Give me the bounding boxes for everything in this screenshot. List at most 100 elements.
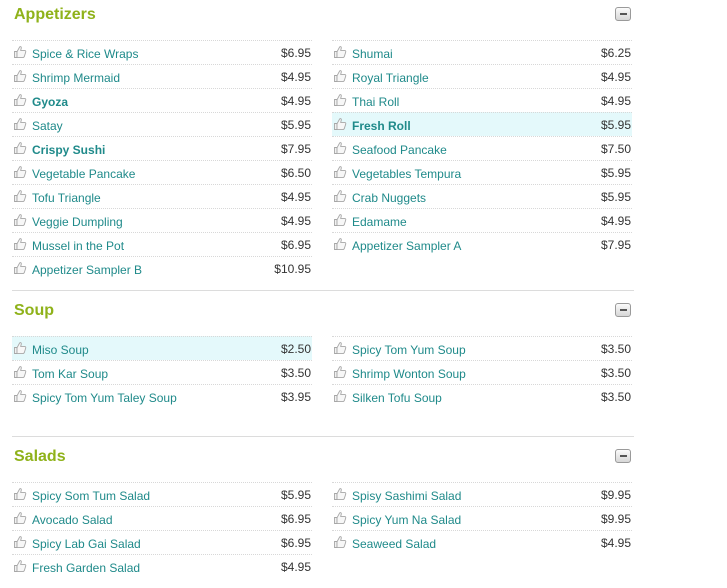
item-name[interactable]: Shumai [352,47,393,61]
menu-item[interactable]: Spicy Tom Yum Soup $3.50 [332,336,632,360]
thumbs-up-icon[interactable] [13,511,27,525]
thumbs-up-icon[interactable] [333,213,347,227]
menu-item[interactable]: Appetizer Sampler B $10.95 [12,256,312,280]
thumbs-up-icon[interactable] [13,365,27,379]
thumbs-up-icon[interactable] [333,69,347,83]
thumbs-up-icon[interactable] [333,341,347,355]
item-name[interactable]: Tom Kar Soup [32,367,108,381]
menu-item[interactable]: Mussel in the Pot $6.95 [12,232,312,256]
item-name[interactable]: Fresh Garden Salad [32,561,140,575]
thumbs-up-icon[interactable] [13,69,27,83]
menu-item[interactable]: Appetizer Sampler A $7.95 [332,232,632,256]
menu-item[interactable]: Crispy Sushi $7.95 [12,136,312,160]
item-name[interactable]: Seafood Pancake [352,143,447,157]
thumbs-up-icon[interactable] [13,141,27,155]
collapse-minus-icon[interactable] [615,449,631,463]
thumbs-up-icon[interactable] [333,511,347,525]
menu-item[interactable]: Vegetable Pancake $6.50 [12,160,312,184]
item-name[interactable]: Miso Soup [32,343,89,357]
item-name[interactable]: Mussel in the Pot [32,239,124,253]
thumbs-up-icon[interactable] [333,189,347,203]
menu-item[interactable]: Spisy Sashimi Salad $9.95 [332,482,632,506]
menu-item[interactable]: Seaweed Salad $4.95 [332,530,632,554]
thumbs-up-icon[interactable] [333,93,347,107]
menu-item[interactable]: Fresh Roll $5.95 [332,112,632,136]
thumbs-up-icon[interactable] [333,365,347,379]
item-name[interactable]: Spicy Yum Na Salad [352,513,461,527]
thumbs-up-icon[interactable] [333,389,347,403]
thumbs-up-icon[interactable] [333,165,347,179]
thumbs-up-icon[interactable] [13,189,27,203]
item-name[interactable]: Crispy Sushi [32,143,105,157]
thumbs-up-icon[interactable] [333,487,347,501]
thumbs-up-icon[interactable] [13,389,27,403]
thumbs-up-icon[interactable] [333,535,347,549]
item-name[interactable]: Crab Nuggets [352,191,426,205]
item-name[interactable]: Vegetable Pancake [32,167,135,181]
item-name[interactable]: Gyoza [32,95,68,109]
menu-item[interactable]: Shumai $6.25 [332,40,632,64]
menu-item[interactable]: Satay $5.95 [12,112,312,136]
thumbs-up-icon[interactable] [333,117,347,131]
menu-item[interactable]: Veggie Dumpling $4.95 [12,208,312,232]
item-name[interactable]: Tofu Triangle [32,191,101,205]
menu-item[interactable]: Gyoza $4.95 [12,88,312,112]
thumbs-up-icon[interactable] [13,535,27,549]
item-name[interactable]: Seaweed Salad [352,537,436,551]
menu-item[interactable]: Vegetables Tempura $5.95 [332,160,632,184]
menu-item[interactable]: Royal Triangle $4.95 [332,64,632,88]
menu-item[interactable]: Spicy Tom Yum Taley Soup $3.95 [12,384,312,408]
item-name[interactable]: Spicy Som Tum Salad [32,489,150,503]
thumbs-up-icon[interactable] [13,261,27,275]
item-name[interactable]: Vegetables Tempura [352,167,461,181]
menu-item[interactable]: Edamame $4.95 [332,208,632,232]
thumbs-up-icon[interactable] [13,93,27,107]
menu-item[interactable]: Spicy Lab Gai Salad $6.95 [12,530,312,554]
item-name[interactable]: Satay [32,119,63,133]
item-name[interactable]: Fresh Roll [352,119,411,133]
thumbs-up-icon[interactable] [13,487,27,501]
menu-item[interactable]: Spicy Som Tum Salad $5.95 [12,482,312,506]
menu-item[interactable]: Shrimp Wonton Soup $3.50 [332,360,632,384]
menu-item[interactable]: Thai Roll $4.95 [332,88,632,112]
item-name[interactable]: Shrimp Wonton Soup [352,367,466,381]
menu-item[interactable]: Spice & Rice Wraps $6.95 [12,40,312,64]
item-name[interactable]: Appetizer Sampler A [352,239,461,253]
item-name[interactable]: Silken Tofu Soup [352,391,442,405]
thumbs-up-icon[interactable] [333,237,347,251]
menu-item[interactable]: Tom Kar Soup $3.50 [12,360,312,384]
item-name[interactable]: Spice & Rice Wraps [32,47,138,61]
menu-item[interactable]: Seafood Pancake $7.50 [332,136,632,160]
thumbs-up-icon[interactable] [13,237,27,251]
menu-item[interactable]: Silken Tofu Soup $3.50 [332,384,632,408]
item-name[interactable]: Shrimp Mermaid [32,71,120,85]
menu-item[interactable]: Avocado Salad $6.95 [12,506,312,530]
thumbs-up-icon[interactable] [13,341,27,355]
item-name[interactable]: Spisy Sashimi Salad [352,489,461,503]
thumbs-up-icon[interactable] [13,213,27,227]
item-name[interactable]: Veggie Dumpling [32,215,123,229]
item-name[interactable]: Appetizer Sampler B [32,263,142,277]
menu-item[interactable]: Fresh Garden Salad $4.95 [12,554,312,578]
item-name[interactable]: Spicy Tom Yum Soup [352,343,466,357]
collapse-minus-icon[interactable] [615,7,631,21]
collapse-minus-icon[interactable] [615,303,631,317]
item-name[interactable]: Avocado Salad [32,513,113,527]
thumbs-up-icon[interactable] [13,559,27,573]
thumbs-up-icon[interactable] [13,117,27,131]
item-name[interactable]: Thai Roll [352,95,399,109]
thumbs-up-icon[interactable] [333,45,347,59]
thumbs-up-icon[interactable] [13,165,27,179]
menu-item[interactable]: Tofu Triangle $4.95 [12,184,312,208]
item-name[interactable]: Spicy Tom Yum Taley Soup [32,391,177,405]
item-name[interactable]: Edamame [352,215,407,229]
menu-item[interactable]: Crab Nuggets $5.95 [332,184,632,208]
thumbs-up-icon[interactable] [333,141,347,155]
item-name[interactable]: Spicy Lab Gai Salad [32,537,141,551]
item-name[interactable]: Royal Triangle [352,71,429,85]
menu-item[interactable]: Shrimp Mermaid $4.95 [12,64,312,88]
menu-item[interactable]: Miso Soup $2.50 [12,336,312,360]
menu-item[interactable]: Spicy Yum Na Salad $9.95 [332,506,632,530]
item-price: $6.95 [280,46,311,60]
thumbs-up-icon[interactable] [13,45,27,59]
